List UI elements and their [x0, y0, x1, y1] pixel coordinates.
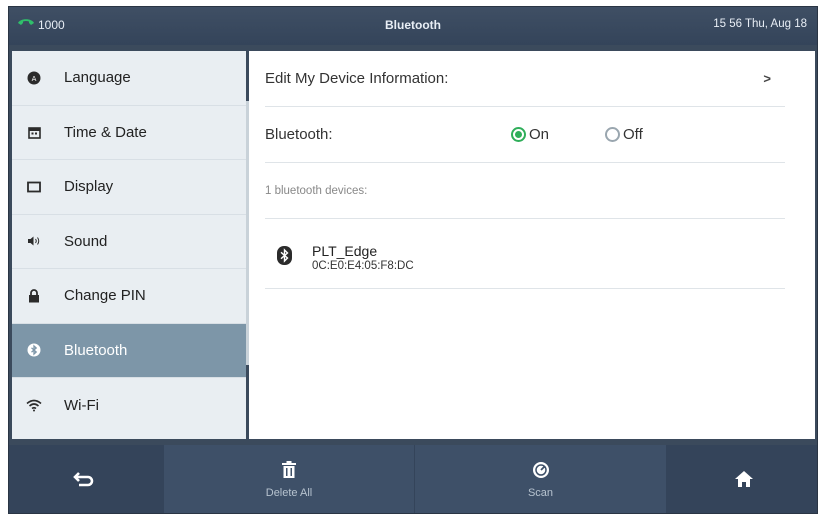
- trash-icon: [281, 461, 297, 482]
- bluetooth-device-icon: [277, 245, 292, 270]
- home-icon: [734, 470, 754, 491]
- sidebar-item-time-date[interactable]: Time & Date: [12, 106, 246, 160]
- sidebar-item-label: Sound: [64, 232, 108, 250]
- sidebar-item-label: Bluetooth: [64, 341, 128, 359]
- language-icon: A: [26, 70, 42, 86]
- display-icon: [26, 179, 42, 195]
- list-item[interactable]: PLT_Edge 0C:E0:E4:05:F8:DC: [265, 227, 785, 289]
- home-button[interactable]: [669, 445, 817, 513]
- sidebar-item-language[interactable]: A Language: [12, 51, 246, 106]
- sidebar-item-sound[interactable]: Sound: [12, 215, 246, 269]
- device-name: PLT_Edge: [312, 243, 378, 259]
- device-details: PLT_Edge 0C:E0:E4:05:F8:DC: [312, 243, 414, 272]
- lock-icon: [26, 288, 42, 304]
- edit-device-info-label: Edit My Device Information:: [265, 70, 449, 87]
- devices-count-label: 1 bluetooth devices:: [265, 184, 368, 197]
- sidebar-item-label: Display: [64, 178, 114, 196]
- sidebar-item-label: Change PIN: [64, 287, 146, 305]
- scan-button[interactable]: Scan: [414, 445, 666, 513]
- screen-title: Bluetooth: [385, 18, 441, 32]
- bluetooth-radio-group: On Off: [511, 126, 699, 143]
- back-button[interactable]: [9, 445, 159, 513]
- calendar-icon: [26, 124, 42, 140]
- delete-all-button[interactable]: Delete All: [164, 445, 414, 513]
- edit-device-info-row[interactable]: Edit My Device Information: >: [265, 51, 785, 107]
- bluetooth-settings-panel: Edit My Device Information: > Bluetooth:…: [249, 51, 815, 439]
- bluetooth-toggle-row: Bluetooth: On Off: [265, 107, 785, 163]
- radio-off-label: Off: [623, 126, 643, 143]
- wifi-icon: [26, 397, 42, 413]
- softkey-bar: Delete All Scan: [9, 445, 817, 513]
- radio-on[interactable]: On: [511, 126, 549, 143]
- delete-all-label: Delete All: [265, 487, 313, 499]
- bluetooth-label: Bluetooth:: [265, 126, 333, 143]
- scan-icon: [532, 461, 550, 482]
- radio-selected-icon: [511, 127, 526, 142]
- phone-screen: 1000 Bluetooth 15 56 Thu, Aug 18 A Langu…: [8, 6, 818, 514]
- sidebar-item-wifi[interactable]: Wi-Fi: [12, 378, 246, 433]
- sidebar-item-label: Time & Date: [64, 123, 147, 141]
- device-mac-address: 0C:E0:E4:05:F8:DC: [312, 260, 414, 272]
- sidebar-item-display[interactable]: Display: [12, 160, 246, 215]
- status-bar: 1000 Bluetooth 15 56 Thu, Aug 18: [9, 7, 817, 45]
- radio-unselected-icon: [605, 127, 621, 142]
- radio-off[interactable]: Off: [605, 126, 643, 143]
- sidebar-item-bluetooth[interactable]: Bluetooth: [12, 323, 246, 378]
- sidebar-item-label: Wi-Fi: [64, 396, 99, 414]
- devices-count-row: 1 bluetooth devices:: [265, 163, 785, 219]
- chevron-right-icon: >: [763, 71, 771, 86]
- bluetooth-icon: [26, 342, 42, 358]
- speaker-icon: [26, 233, 42, 249]
- sidebar-item-label: Language: [64, 69, 131, 87]
- scan-label: Scan: [527, 487, 554, 499]
- date-time: 15 56 Thu, Aug 18: [713, 18, 807, 30]
- sidebar-item-change-pin[interactable]: Change PIN: [12, 269, 246, 324]
- settings-sidebar: A Language Time & Date Display Sound Cha…: [12, 51, 249, 439]
- radio-on-label: On: [529, 126, 550, 143]
- svg-text:A: A: [32, 75, 37, 83]
- back-arrow-icon: [73, 471, 95, 490]
